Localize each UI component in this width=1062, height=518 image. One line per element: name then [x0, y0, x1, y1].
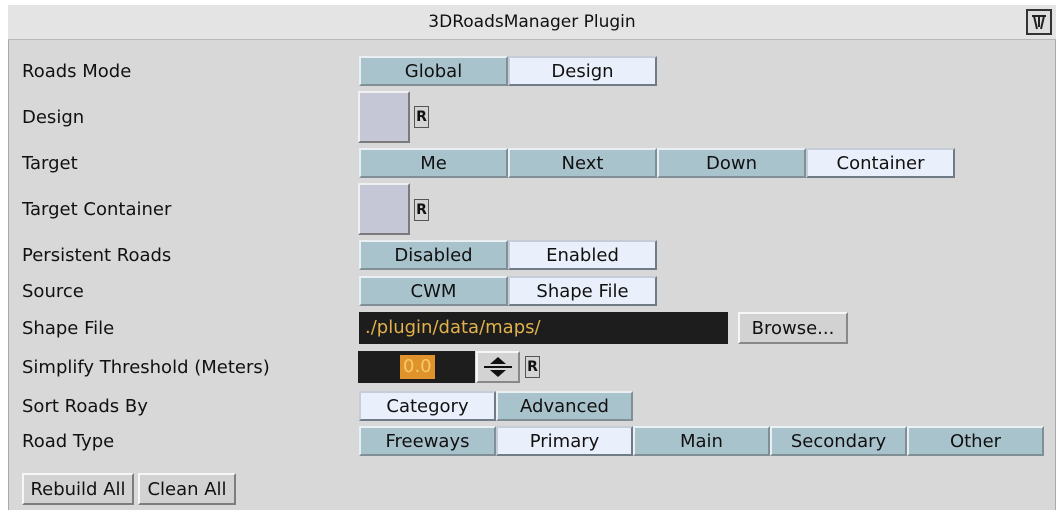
shape-file-label: Shape File — [22, 318, 115, 339]
plugin-window-icon[interactable] — [1026, 9, 1052, 35]
window-title: 3DRoadsManager Plugin — [428, 12, 636, 32]
road-type-label: Road Type — [22, 431, 115, 452]
road-type-main-button[interactable]: Main — [633, 426, 770, 456]
target-label: Target — [22, 153, 78, 174]
sort-roads-by-label: Sort Roads By — [22, 396, 148, 417]
browse-button[interactable]: Browse... — [738, 312, 848, 344]
target-container-drop-well[interactable] — [358, 183, 410, 235]
sort-category-button[interactable]: Category — [359, 391, 496, 421]
design-drop-well[interactable] — [358, 91, 410, 143]
shape-file-path-field[interactable]: ./plugin/data/maps/ — [359, 312, 728, 344]
rebuild-all-button[interactable]: Rebuild All — [22, 473, 134, 505]
target-container-label: Target Container — [22, 199, 172, 220]
persistent-roads-enabled-button[interactable]: Enabled — [508, 240, 657, 270]
target-container-button[interactable]: Container — [806, 148, 955, 178]
title-bar: 3DRoadsManager Plugin — [8, 5, 1056, 40]
sort-roads-by-selector: Category Advanced — [359, 391, 633, 423]
source-shape-file-button[interactable]: Shape File — [508, 276, 657, 306]
design-reset-button[interactable]: R — [414, 106, 429, 128]
arrow-up-icon[interactable] — [490, 357, 506, 364]
simplify-threshold-reset-button[interactable]: R — [525, 356, 540, 378]
target-next-button[interactable]: Next — [508, 148, 657, 178]
roads-mode-selector: Global Design — [359, 56, 657, 88]
target-container-reset-button[interactable]: R — [414, 199, 429, 221]
persistent-roads-label: Persistent Roads — [22, 245, 172, 266]
simplify-threshold-label: Simplify Threshold (Meters) — [22, 357, 270, 378]
target-me-button[interactable]: Me — [359, 148, 508, 178]
design-label: Design — [22, 107, 85, 128]
road-type-freeways-button[interactable]: Freeways — [359, 426, 496, 456]
roads-mode-label: Roads Mode — [22, 61, 132, 82]
source-cwm-button[interactable]: CWM — [359, 276, 508, 306]
arrow-down-icon[interactable] — [490, 370, 506, 377]
roads-mode-global-button[interactable]: Global — [359, 56, 508, 86]
simplify-threshold-field[interactable]: 0.0 — [358, 351, 475, 383]
roads-mode-design-button[interactable]: Design — [508, 56, 657, 86]
road-type-selector: Freeways Primary Main Secondary Other — [359, 426, 1044, 458]
simplify-threshold-stepper[interactable] — [476, 351, 520, 383]
source-selector: CWM Shape File — [359, 276, 657, 308]
source-label: Source — [22, 281, 84, 302]
stepper-arrows-icon — [484, 357, 512, 377]
persistent-roads-disabled-button[interactable]: Disabled — [359, 240, 508, 270]
persistent-roads-selector: Disabled Enabled — [359, 240, 657, 272]
road-type-other-button[interactable]: Other — [907, 426, 1044, 456]
sort-advanced-button[interactable]: Advanced — [496, 391, 633, 421]
target-down-button[interactable]: Down — [657, 148, 806, 178]
road-type-primary-button[interactable]: Primary — [496, 426, 633, 456]
clean-all-button[interactable]: Clean All — [138, 473, 236, 505]
road-type-secondary-button[interactable]: Secondary — [770, 426, 907, 456]
target-selector: Me Next Down Container — [359, 148, 955, 180]
simplify-threshold-value: 0.0 — [400, 355, 435, 379]
